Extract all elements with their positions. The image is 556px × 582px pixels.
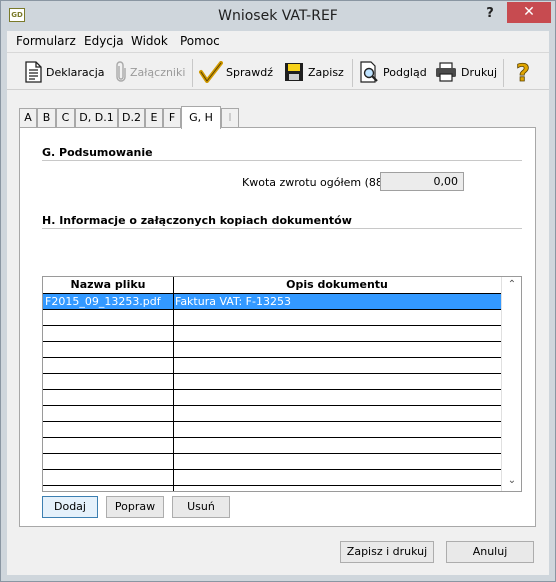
- tab-d2[interactable]: D.2: [118, 108, 145, 128]
- table-row[interactable]: [43, 438, 501, 454]
- menu-widok[interactable]: Widok: [131, 34, 168, 48]
- deklaracja-button[interactable]: Deklaracja: [23, 59, 105, 85]
- window-title: Wniosek VAT-REF: [218, 8, 338, 24]
- table-row[interactable]: [43, 422, 501, 438]
- tab-f[interactable]: F: [163, 108, 181, 128]
- tab-b[interactable]: B: [37, 108, 56, 128]
- table-row[interactable]: [43, 310, 501, 326]
- menu-pomoc[interactable]: Pomoc: [180, 34, 220, 48]
- tab-g-h[interactable]: G, H: [181, 106, 221, 129]
- cell-nazwa[interactable]: F2015_09_13253.pdf: [43, 294, 173, 309]
- floppy-disk-icon: [283, 61, 305, 83]
- paperclip-icon: [115, 61, 127, 83]
- column-divider: [173, 277, 174, 491]
- print-preview-icon: [358, 61, 380, 83]
- menu-bar: Formularz Edycja Widok Pomoc: [7, 31, 549, 51]
- podglad-label: Podgląd: [383, 65, 427, 79]
- save-and-print-button[interactable]: Zapisz i drukuj: [340, 541, 434, 563]
- help-button[interactable]: ?: [479, 4, 501, 24]
- vertical-scrollbar[interactable]: ⌃ ⌄: [501, 277, 521, 491]
- zalaczniki-label: Załączniki: [130, 65, 186, 79]
- table-row[interactable]: [43, 374, 501, 390]
- sprawdz-button[interactable]: Sprawdź: [199, 59, 273, 85]
- cancel-button[interactable]: Anuluj: [446, 541, 534, 563]
- table-row[interactable]: [43, 326, 501, 342]
- column-header-nazwa[interactable]: Nazwa pliku: [43, 277, 173, 294]
- svg-text:?: ?: [516, 59, 530, 85]
- section-divider: [42, 228, 522, 229]
- deklaracja-label: Deklaracja: [46, 65, 105, 79]
- menu-formularz[interactable]: Formularz: [16, 34, 76, 48]
- cell-opis[interactable]: Faktura VAT: F-13253: [173, 294, 501, 309]
- help-toolbar-button[interactable]: ?: [513, 59, 540, 88]
- add-button[interactable]: Dodaj: [42, 496, 98, 518]
- attachments-grid[interactable]: Nazwa pliku Opis dokumentu F2015_09_1325…: [42, 276, 522, 492]
- app-window: GD Wniosek VAT-REF ? ✕ Formularz Edycja …: [0, 0, 556, 582]
- toolbar: Deklaracja Załączniki Sprawdź Zapisz Pod…: [7, 52, 549, 90]
- kwota-field[interactable]: 0,00: [380, 172, 464, 191]
- client-area: Formularz Edycja Widok Pomoc Deklaracja …: [7, 31, 549, 575]
- tab-i[interactable]: I: [221, 108, 239, 128]
- close-button[interactable]: ✕: [507, 2, 551, 23]
- tab-c[interactable]: C: [56, 108, 75, 128]
- tab-a[interactable]: A: [19, 108, 37, 128]
- scroll-down-icon[interactable]: ⌄: [502, 473, 521, 489]
- table-row[interactable]: [43, 390, 501, 406]
- zapisz-button[interactable]: Zapisz: [283, 59, 344, 85]
- title-bar[interactable]: GD Wniosek VAT-REF ? ✕: [1, 1, 555, 31]
- grid-header: Nazwa pliku Opis dokumentu: [43, 277, 501, 294]
- zalaczniki-button[interactable]: Załączniki: [115, 59, 185, 85]
- checkmark-icon: [199, 61, 223, 83]
- table-row[interactable]: [43, 470, 501, 486]
- section-divider: [42, 160, 522, 161]
- column-header-opis[interactable]: Opis dokumentu: [173, 277, 501, 294]
- tab-d-d1[interactable]: D, D.1: [75, 108, 118, 128]
- menu-edycja[interactable]: Edycja: [84, 34, 124, 48]
- table-row[interactable]: [43, 454, 501, 470]
- tab-e[interactable]: E: [145, 108, 163, 128]
- sprawdz-label: Sprawdź: [226, 65, 273, 79]
- zapisz-label: Zapisz: [308, 65, 344, 79]
- table-row[interactable]: F2015_09_13253.pdf Faktura VAT: F-13253: [43, 294, 501, 310]
- section-h-title: H. Informacje o załączonych kopiach doku…: [42, 214, 352, 227]
- tab-panel: G. Podsumowanie Kwota zwrotu ogółem (88)…: [19, 127, 536, 527]
- remove-button[interactable]: Usuń: [172, 496, 230, 518]
- table-row[interactable]: [43, 358, 501, 374]
- drukuj-button[interactable]: Drukuj: [434, 59, 497, 85]
- kwota-label: Kwota zwrotu ogółem (88): [242, 176, 388, 189]
- section-g-title: G. Podsumowanie: [42, 146, 153, 159]
- toolbar-separator: [503, 59, 504, 87]
- podglad-button[interactable]: Podgląd: [358, 59, 427, 85]
- printer-icon: [434, 61, 458, 83]
- table-row[interactable]: [43, 406, 501, 422]
- toolbar-separator: [352, 59, 353, 87]
- drukuj-label: Drukuj: [461, 65, 498, 79]
- scroll-up-icon[interactable]: ⌃: [502, 277, 521, 293]
- edit-button[interactable]: Popraw: [106, 496, 164, 518]
- table-row[interactable]: [43, 342, 501, 358]
- document-icon: [23, 61, 43, 83]
- question-mark-icon: ?: [513, 59, 537, 88]
- toolbar-separator: [192, 59, 193, 87]
